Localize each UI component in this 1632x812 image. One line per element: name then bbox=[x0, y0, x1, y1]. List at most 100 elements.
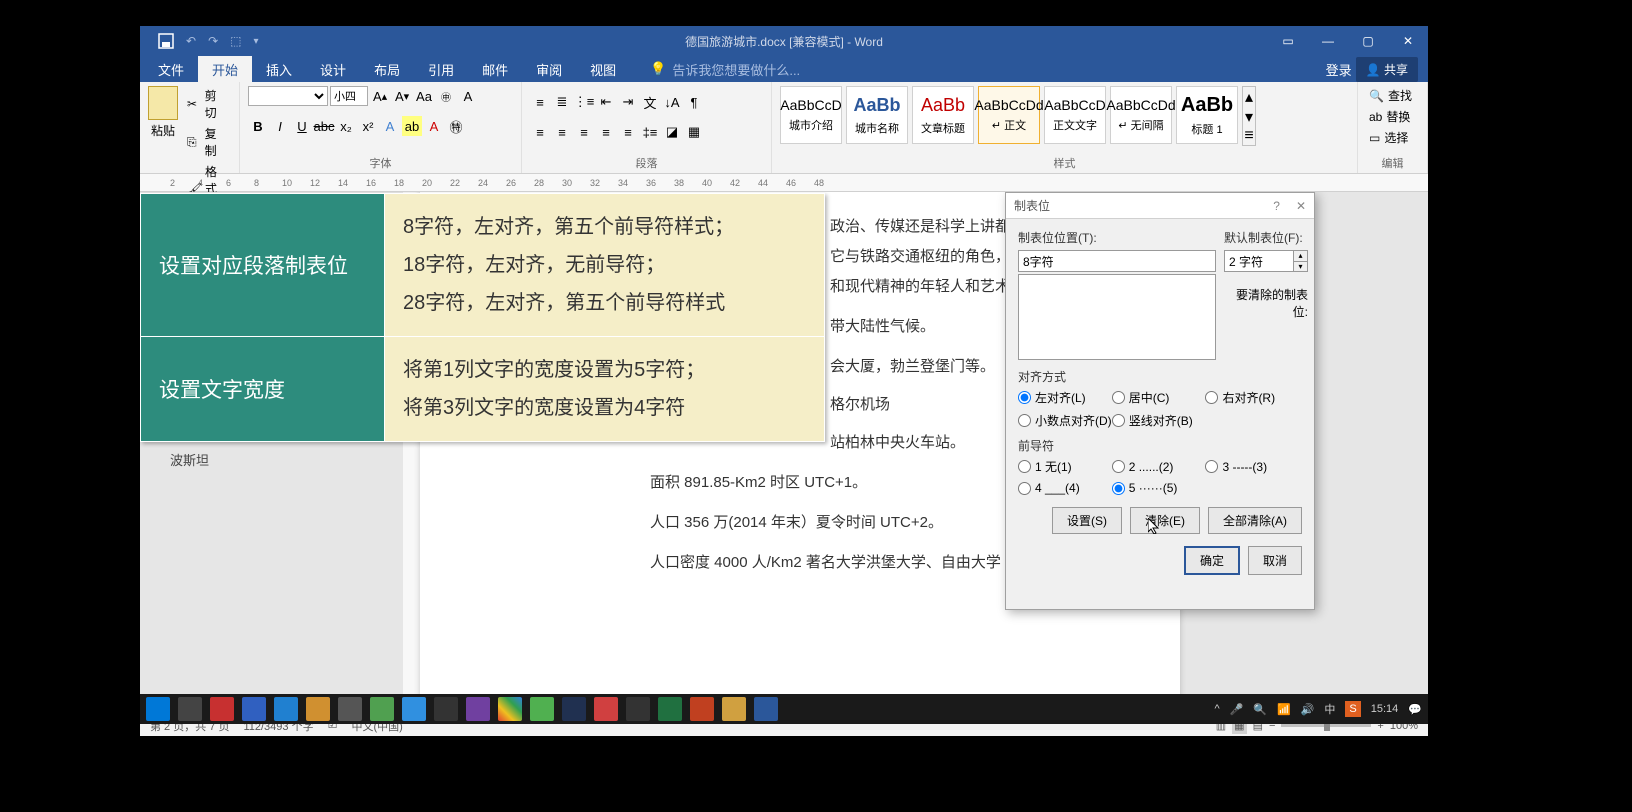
leader-1-radio[interactable]: 1 无(1) bbox=[1018, 458, 1112, 475]
help-icon[interactable]: ? bbox=[1273, 199, 1280, 213]
style-item[interactable]: AaBbCcDd↵ 正文 bbox=[978, 86, 1040, 144]
select-button[interactable]: ▭选择 bbox=[1366, 128, 1419, 147]
asian-layout-button[interactable]: 文 bbox=[640, 92, 660, 112]
minimize-icon[interactable]: ― bbox=[1308, 26, 1348, 56]
task-icon[interactable] bbox=[306, 697, 330, 721]
shading-button[interactable]: ◪ bbox=[662, 122, 682, 142]
clear-all-button[interactable]: 全部清除(A) bbox=[1208, 507, 1302, 534]
align-right-button[interactable]: ≡ bbox=[574, 122, 594, 142]
wifi-icon[interactable]: 📶 bbox=[1277, 703, 1291, 716]
align-left-button[interactable]: ≡ bbox=[530, 122, 550, 142]
task-icon[interactable] bbox=[210, 697, 234, 721]
decrease-indent-button[interactable]: ⇤ bbox=[596, 92, 616, 112]
style-item[interactable]: AaBb文章标题 bbox=[912, 86, 974, 144]
volume-icon[interactable]: 🔊 bbox=[1301, 703, 1315, 716]
style-item[interactable]: AaBb城市名称 bbox=[846, 86, 908, 144]
clock[interactable]: 15:14 bbox=[1371, 703, 1399, 715]
enclose-char-button[interactable]: ㊕ bbox=[446, 116, 466, 136]
task-icon[interactable] bbox=[466, 697, 490, 721]
show-marks-button[interactable]: ¶ bbox=[684, 92, 704, 112]
style-item[interactable]: AaBbCcD正文文字 bbox=[1044, 86, 1106, 144]
share-button[interactable]: 👤 共享 bbox=[1356, 57, 1418, 82]
shrink-font-button[interactable]: A▾ bbox=[392, 86, 412, 106]
task-icon[interactable] bbox=[434, 697, 458, 721]
tray-up-icon[interactable]: ^ bbox=[1214, 703, 1219, 715]
clear-button[interactable]: 清除(E) bbox=[1130, 507, 1200, 534]
word-icon[interactable] bbox=[754, 697, 778, 721]
spinner-down-icon[interactable]: ▾ bbox=[1294, 261, 1307, 272]
leader-5-radio[interactable]: 5 ······(5) bbox=[1112, 481, 1206, 495]
style-item[interactable]: AaBbCcD城市介绍 bbox=[780, 86, 842, 144]
align-decimal-radio[interactable]: 小数点对齐(D) bbox=[1018, 412, 1112, 429]
tab-insert[interactable]: 插入 bbox=[252, 56, 306, 83]
styles-up-icon[interactable]: ▴ bbox=[1243, 87, 1255, 107]
tab-references[interactable]: 引用 bbox=[414, 56, 468, 83]
spinner-up-icon[interactable]: ▴ bbox=[1294, 251, 1307, 261]
ime-icon[interactable]: 中 bbox=[1324, 701, 1335, 717]
close-icon[interactable]: ✕ bbox=[1296, 199, 1306, 213]
font-family-select[interactable] bbox=[248, 86, 328, 106]
align-center-button[interactable]: ≡ bbox=[552, 122, 572, 142]
style-item[interactable]: AaBbCcDd↵ 无间隔 bbox=[1110, 86, 1172, 144]
document-area[interactable]: 政治、传媒还是科学上讲都 它与铁路交通枢纽的角色， 和现代精神的年轻人和艺术 带… bbox=[140, 192, 1428, 714]
ok-button[interactable]: 确定 bbox=[1184, 546, 1240, 575]
find-button[interactable]: 🔍查找 bbox=[1366, 86, 1419, 105]
line-spacing-button[interactable]: ‡≡ bbox=[640, 122, 660, 142]
font-color-button[interactable]: A bbox=[424, 116, 444, 136]
qat-dropdown-icon[interactable]: ▾ bbox=[253, 36, 258, 47]
close-icon[interactable]: ✕ bbox=[1388, 26, 1428, 56]
cut-button[interactable]: ✂剪切 bbox=[184, 86, 231, 122]
tab-design[interactable]: 设计 bbox=[306, 56, 360, 83]
search-tray-icon[interactable]: 🔍 bbox=[1253, 703, 1267, 716]
align-right-radio[interactable]: 右对齐(R) bbox=[1205, 389, 1299, 406]
font-size-select[interactable] bbox=[330, 86, 368, 106]
align-bar-radio[interactable]: 竖线对齐(B) bbox=[1112, 412, 1206, 429]
borders-button[interactable]: ▦ bbox=[684, 122, 704, 142]
style-item[interactable]: AaBb标题 1 bbox=[1176, 86, 1238, 144]
default-tab-input[interactable] bbox=[1224, 250, 1294, 272]
align-center-radio[interactable]: 居中(C) bbox=[1112, 389, 1206, 406]
notifications-icon[interactable]: 💬 bbox=[1408, 703, 1422, 716]
touch-mode-icon[interactable]: ⬚ bbox=[230, 34, 241, 48]
bullets-button[interactable]: ≡ bbox=[530, 92, 550, 112]
tell-me-search[interactable]: 💡 告诉我您想要做什么... bbox=[650, 60, 800, 79]
leader-2-radio[interactable]: 2 ......(2) bbox=[1112, 458, 1206, 475]
numbering-button[interactable]: ≣ bbox=[552, 92, 572, 112]
task-icon[interactable] bbox=[370, 697, 394, 721]
highlight-button[interactable]: ab bbox=[402, 116, 422, 136]
styles-more-icon[interactable]: ≡ bbox=[1243, 127, 1255, 145]
sogou-icon[interactable]: S bbox=[1345, 701, 1360, 717]
underline-button[interactable]: U bbox=[292, 116, 312, 136]
tab-home[interactable]: 开始 bbox=[198, 56, 252, 83]
tab-mailings[interactable]: 邮件 bbox=[468, 56, 522, 83]
set-button[interactable]: 设置(S) bbox=[1052, 507, 1122, 534]
superscript-button[interactable]: x² bbox=[358, 116, 378, 136]
phonetic-guide-button[interactable]: ㊥ bbox=[436, 86, 456, 106]
italic-button[interactable]: I bbox=[270, 116, 290, 136]
save-icon[interactable] bbox=[158, 33, 174, 49]
task-icon[interactable] bbox=[242, 697, 266, 721]
bold-button[interactable]: B bbox=[248, 116, 268, 136]
justify-button[interactable]: ≡ bbox=[596, 122, 616, 142]
tab-file[interactable]: 文件 bbox=[144, 56, 198, 83]
zoom-slider[interactable] bbox=[1281, 724, 1371, 727]
styles-down-icon[interactable]: ▾ bbox=[1243, 107, 1255, 127]
style-gallery[interactable]: AaBbCcD城市介绍 AaBb城市名称 AaBb文章标题 AaBbCcDd↵ … bbox=[780, 86, 1349, 146]
chrome-icon[interactable] bbox=[498, 697, 522, 721]
login-link[interactable]: 登录 bbox=[1326, 60, 1352, 79]
task-icon[interactable] bbox=[274, 697, 298, 721]
clear-formatting-button[interactable]: A bbox=[458, 86, 478, 106]
powerpoint-icon[interactable] bbox=[690, 697, 714, 721]
copy-button[interactable]: ⎘复制 bbox=[184, 124, 231, 160]
text-effects-button[interactable]: A bbox=[380, 116, 400, 136]
sort-button[interactable]: ↓A bbox=[662, 92, 682, 112]
task-icon[interactable] bbox=[338, 697, 362, 721]
undo-icon[interactable]: ↶ bbox=[186, 34, 196, 48]
grow-font-button[interactable]: A▴ bbox=[370, 86, 390, 106]
leader-3-radio[interactable]: 3 -----(3) bbox=[1205, 458, 1299, 475]
horizontal-ruler[interactable]: 2468101214161820222426283032343638404244… bbox=[140, 174, 1428, 192]
task-icon[interactable] bbox=[594, 697, 618, 721]
align-left-radio[interactable]: 左对齐(L) bbox=[1018, 389, 1112, 406]
multilevel-button[interactable]: ⋮≡ bbox=[574, 92, 594, 112]
task-icon[interactable] bbox=[626, 697, 650, 721]
